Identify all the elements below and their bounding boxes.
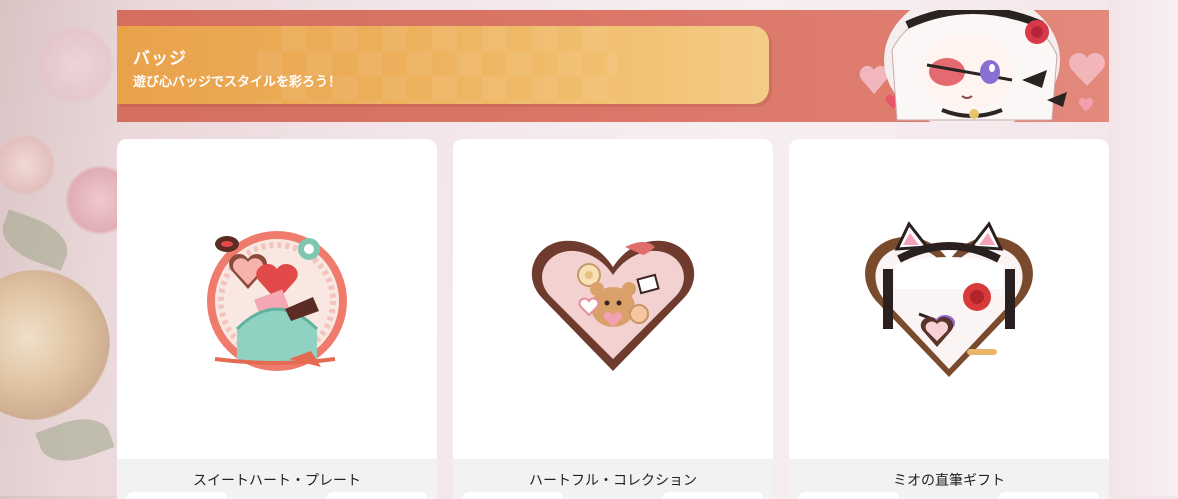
page-title: バッジ	[133, 49, 187, 69]
page-subtitle: 遊び心バッジでスタイルを彩ろう！	[133, 75, 342, 90]
background-window	[1109, 0, 1178, 496]
background-rose	[0, 130, 60, 200]
banner-title-plate	[117, 26, 769, 104]
badge-card[interactable]: ハートフル・コレクション	[453, 139, 773, 499]
mio-gift-icon	[865, 221, 1033, 377]
badge-card[interactable]: スイートハート・プレート	[117, 139, 437, 499]
chocolate-plate-icon	[207, 231, 347, 371]
mascot-illustration	[859, 10, 1105, 122]
badge-card[interactable]: ミオの直筆ギフト	[789, 139, 1109, 499]
background-rose	[30, 20, 120, 110]
badge-name: スイートハート・プレート	[193, 473, 361, 489]
badge-name: ミオの直筆ギフト	[893, 473, 1005, 489]
badge-name: ハートフル・コレクション	[529, 473, 697, 489]
background-rose	[0, 270, 110, 420]
checker-pattern	[257, 26, 617, 104]
heart-box-icon	[531, 240, 695, 371]
badge-header-banner: バッジ 遊び心バッジでスタイルを彩ろう！	[117, 10, 1109, 122]
